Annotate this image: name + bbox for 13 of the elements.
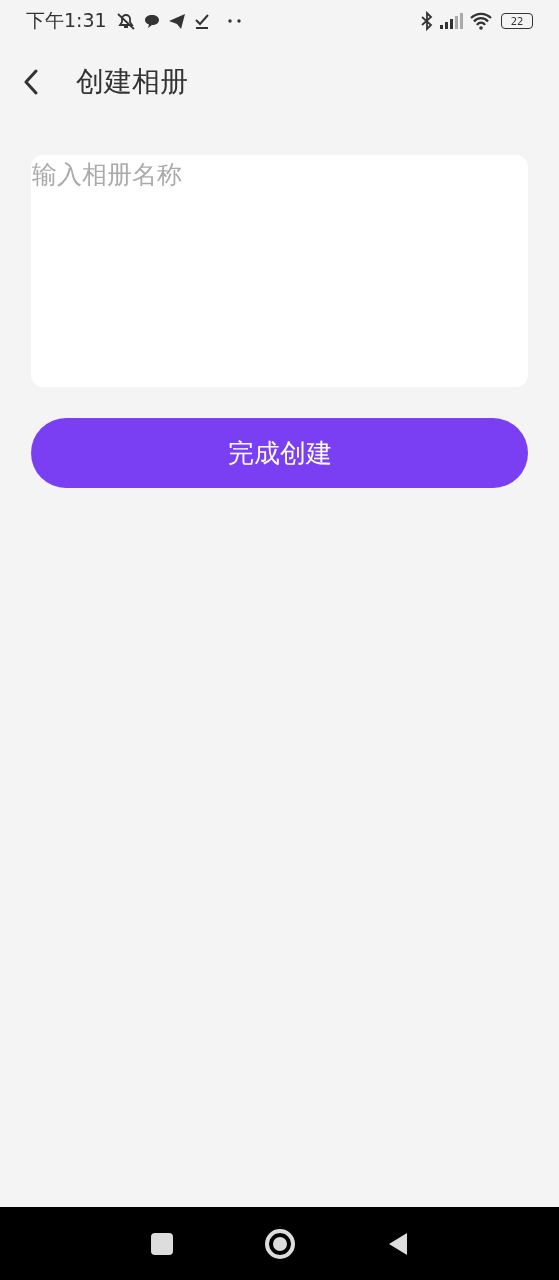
more-dots-icon [226, 18, 243, 24]
status-time: 下午1:31 [26, 8, 107, 33]
checkmark-icon [192, 12, 211, 30]
signal-icon [439, 13, 463, 29]
album-name-field[interactable]: 输入相册名称 [31, 155, 528, 387]
chat-bubble-icon [142, 12, 161, 30]
page-title: 创建相册 [76, 64, 188, 100]
home-button[interactable] [264, 1228, 295, 1259]
wifi-icon [469, 12, 493, 30]
recents-button[interactable] [150, 1232, 173, 1255]
bluetooth-icon [421, 11, 433, 31]
create-button[interactable]: 完成创建 [31, 418, 528, 488]
battery-icon: 22 [501, 13, 533, 29]
